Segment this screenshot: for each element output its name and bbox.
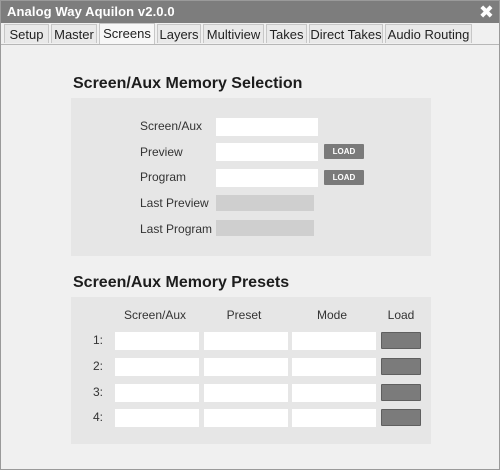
preset-row-number: 2: — [93, 359, 104, 373]
preset-screen-field[interactable] — [115, 409, 199, 427]
col-preset: Preset — [226, 308, 262, 322]
preset-mode-field[interactable] — [292, 358, 376, 376]
memory-selection-title: Screen/Aux Memory Selection — [73, 75, 303, 92]
preset-preset-field[interactable] — [204, 332, 288, 350]
preset-load-button[interactable] — [381, 384, 421, 401]
window-title: Analog Way Aquilon v2.0.0 — [7, 4, 175, 19]
program-load-button[interactable]: LOAD — [324, 170, 364, 185]
preview-label: Preview — [140, 145, 183, 159]
col-mode: Mode — [316, 308, 348, 322]
screen-aux-label: Screen/Aux — [140, 119, 203, 133]
tab-master[interactable]: Master — [51, 24, 97, 43]
preset-mode-field[interactable] — [292, 332, 376, 350]
last-preview-label: Last Preview — [140, 196, 209, 210]
last-program-field — [216, 220, 314, 236]
preview-field[interactable] — [216, 143, 318, 161]
memory-presets-panel: Screen/Aux Preset Mode Load 1: 2: 3: 4: — [71, 297, 431, 444]
col-screen-aux: Screen/Aux — [123, 308, 187, 322]
tab-bar: Setup Master Screens Layers Multiview Ta… — [1, 23, 499, 45]
tab-setup[interactable]: Setup — [4, 24, 49, 43]
tab-layers[interactable]: Layers — [157, 24, 201, 43]
program-field[interactable] — [216, 169, 318, 187]
tab-audio-routing[interactable]: Audio Routing — [385, 24, 472, 43]
close-icon[interactable]: ✖ — [479, 1, 494, 23]
tab-direct-takes[interactable]: Direct Takes — [309, 24, 383, 43]
preset-row-number: 3: — [93, 385, 104, 399]
memory-presets-title: Screen/Aux Memory Presets — [73, 274, 290, 291]
screen-aux-field[interactable] — [216, 118, 318, 136]
preset-row-number: 4: — [93, 410, 104, 424]
preset-load-button[interactable] — [381, 409, 421, 426]
col-load: Load — [387, 308, 415, 322]
tab-multiview[interactable]: Multiview — [203, 24, 264, 43]
last-program-label: Last Program — [140, 222, 213, 236]
preset-screen-field[interactable] — [115, 358, 199, 376]
last-preview-field — [216, 195, 314, 211]
preset-screen-field[interactable] — [115, 384, 199, 402]
preset-preset-field[interactable] — [204, 358, 288, 376]
preset-row-number: 1: — [93, 333, 104, 347]
preset-mode-field[interactable] — [292, 409, 376, 427]
title-bar: Analog Way Aquilon v2.0.0 ✖ — [1, 1, 499, 23]
tab-takes[interactable]: Takes — [266, 24, 307, 43]
preset-preset-field[interactable] — [204, 409, 288, 427]
program-label: Program — [140, 170, 187, 184]
tab-screens[interactable]: Screens — [99, 23, 155, 44]
preset-screen-field[interactable] — [115, 332, 199, 350]
preset-preset-field[interactable] — [204, 384, 288, 402]
memory-selection-panel: Screen/Aux Preview LOAD Program LOAD Las… — [71, 98, 431, 256]
preset-load-button[interactable] — [381, 358, 421, 375]
preset-mode-field[interactable] — [292, 384, 376, 402]
app-window: Analog Way Aquilon v2.0.0 ✖ Setup Master… — [0, 0, 500, 470]
preview-load-button[interactable]: LOAD — [324, 144, 364, 159]
preset-load-button[interactable] — [381, 332, 421, 349]
